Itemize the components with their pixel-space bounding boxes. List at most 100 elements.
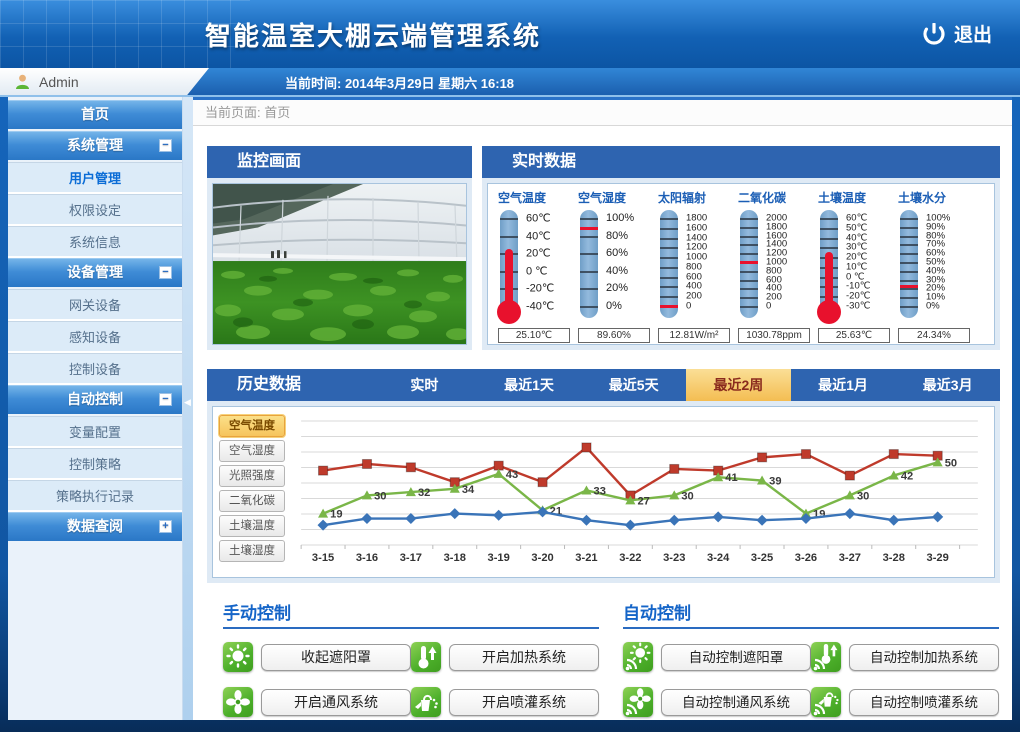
sidebar-item-设备管理[interactable]: 设备管理 − bbox=[8, 258, 182, 287]
gauge-value: 12.81W/m² bbox=[658, 328, 730, 343]
collapse-icon[interactable]: − bbox=[159, 266, 172, 279]
fan-wifi-icon[interactable] bbox=[623, 687, 653, 717]
tab-最近2周[interactable]: 最近2周 bbox=[686, 369, 791, 401]
control-button-自动控制遮阳罩[interactable]: 自动控制遮阳罩 bbox=[661, 643, 811, 671]
gauge-tick-label: 60℃ bbox=[526, 212, 551, 225]
gauge-tick bbox=[740, 244, 758, 247]
gauge-二氧化碳: 二氧化碳 2000 1800 1600 1400 1200 1000 800 600 400 200… bbox=[738, 189, 818, 344]
collapse-icon[interactable]: − bbox=[159, 139, 172, 152]
metric-button-土壤湿度[interactable]: 土壤湿度 bbox=[219, 540, 285, 562]
tab-实时[interactable]: 实时 bbox=[372, 369, 477, 401]
gauge-marker bbox=[900, 284, 918, 288]
gauge-tick bbox=[740, 226, 758, 229]
gauge-太阳辐射: 太阳辐射 1800 1600 1400 1200 1000 800 600 400 200 0 12.… bbox=[658, 189, 738, 344]
gauge-tick bbox=[580, 235, 598, 238]
sidebar-item-系统信息[interactable]: 系统信息 bbox=[8, 226, 182, 258]
control-button-开启加热系统[interactable]: 开启加热系统 bbox=[449, 643, 599, 671]
sprinkler-icon[interactable] bbox=[411, 687, 441, 717]
control-button-开启通风系统[interactable]: 开启通风系统 bbox=[261, 688, 411, 716]
sidebar-item-权限设定[interactable]: 权限设定 bbox=[8, 194, 182, 226]
sidebar-item-网关设备[interactable]: 网关设备 bbox=[8, 289, 182, 321]
collapse-icon[interactable]: − bbox=[159, 393, 172, 406]
control-item: 开启通风系统 bbox=[223, 687, 411, 717]
gauge-tube bbox=[740, 210, 758, 318]
control-button-自动控制喷灌系统[interactable]: 自动控制喷灌系统 bbox=[849, 688, 999, 716]
main-area: 首页 系统管理 − 用户管理 权限设定 系统信息 设备管理 − 网关设备 感知设备 控制设备 自动控制… bbox=[8, 97, 1012, 720]
sidebar-item-自动控制[interactable]: 自动控制 − bbox=[8, 385, 182, 414]
gauge-name: 空气湿度 bbox=[578, 191, 627, 205]
svg-text:3-25: 3-25 bbox=[751, 552, 773, 564]
sun-icon[interactable] bbox=[223, 642, 253, 672]
sidebar-item-label: 策略执行记录 bbox=[55, 489, 134, 504]
realtime-panel-body: 空气温度 60℃ 40℃ 20℃ 0 ℃ -20℃ -40℃ 25.10℃ 空气湿度 100% 80… bbox=[482, 178, 1000, 350]
svg-text:34: 34 bbox=[462, 484, 475, 496]
realtime-panel: 实时数据 空气温度 60℃ 40℃ 20℃ 0 ℃ -20℃ -40℃ 25.10℃ 空气湿度 1… bbox=[482, 146, 1000, 350]
tab-最近5天[interactable]: 最近5天 bbox=[581, 369, 686, 401]
sprinkler-wifi-icon[interactable] bbox=[811, 687, 841, 717]
control-item: 自动控制加热系统 bbox=[811, 642, 999, 672]
current-time: 当前时间: 2014年3月29日 星期六 16:18 bbox=[285, 76, 515, 91]
sidebar-item-用户管理[interactable]: 用户管理 bbox=[8, 162, 182, 194]
fan-icon[interactable] bbox=[223, 687, 253, 717]
controls-row: 手动控制 收起遮阳罩 开启加热系统 开启通风系统 开启喷灌系统 自动控制 自动控制遮阳… bbox=[207, 599, 1000, 717]
gauge-value: 89.60% bbox=[578, 328, 650, 343]
tab-最近3月[interactable]: 最近3月 bbox=[895, 369, 1000, 401]
breadcrumb: 当前页面: 首页 bbox=[193, 100, 1012, 126]
history-tabs: 实时 最近1天 最近5天 最近2周 最近1月 最近3月 bbox=[372, 369, 1000, 401]
sidebar-item-变量配置[interactable]: 变量配置 bbox=[8, 416, 182, 448]
admin-username: Admin bbox=[39, 73, 79, 90]
thermometer-icon[interactable] bbox=[411, 642, 441, 672]
metric-button-光照强度[interactable]: 光照强度 bbox=[219, 465, 285, 487]
thermometer-wifi-icon[interactable] bbox=[811, 642, 841, 672]
gauge-土壤水分: 土壤水分 100% 90% 80% 70% 60% 50% 40% 30% 20% 10% 0% 24.… bbox=[898, 189, 978, 344]
sidebar-item-感知设备[interactable]: 感知设备 bbox=[8, 321, 182, 353]
control-button-自动控制加热系统[interactable]: 自动控制加热系统 bbox=[849, 643, 999, 671]
gauge-tube bbox=[660, 210, 678, 318]
gauge-tick-label: -40℃ bbox=[526, 300, 555, 313]
gauge-value: 1030.78ppm bbox=[738, 328, 810, 343]
tab-最近1月[interactable]: 最近1月 bbox=[791, 369, 896, 401]
avatar bbox=[16, 74, 29, 89]
tab-最近1天[interactable]: 最近1天 bbox=[477, 369, 582, 401]
metric-button-土壤温度[interactable]: 土壤温度 bbox=[219, 515, 285, 537]
svg-text:33: 33 bbox=[594, 485, 606, 497]
gauge-tick bbox=[900, 253, 918, 256]
svg-text:3-27: 3-27 bbox=[839, 552, 861, 564]
metric-button-二氧化碳[interactable]: 二氧化碳 bbox=[219, 490, 285, 512]
control-item: 自动控制通风系统 bbox=[623, 687, 811, 717]
content: 当前页面: 首页 监控画面 实时数据 空气温度 60℃ 40℃ 20℃ 0 ℃ … bbox=[193, 97, 1012, 720]
gauge-tick bbox=[900, 244, 918, 247]
gauge-tick bbox=[740, 288, 758, 291]
gauge-tick bbox=[660, 227, 678, 230]
gauge-tick-label: 40℃ bbox=[526, 230, 551, 243]
sidebar-item-数据查阅[interactable]: 数据查阅 + bbox=[8, 512, 182, 541]
svg-text:42: 42 bbox=[901, 471, 913, 483]
gauge-tick bbox=[740, 218, 758, 220]
panels: 监控画面 实时数据 空气温度 60℃ 40℃ 20℃ 0 ℃ -20℃ -40℃… bbox=[193, 126, 1012, 717]
sidebar-item-策略执行记录[interactable]: 策略执行记录 bbox=[8, 480, 182, 512]
control-item: 自动控制遮阳罩 bbox=[623, 642, 811, 672]
monitor-panel: 监控画面 bbox=[207, 146, 472, 350]
control-button-收起遮阳罩[interactable]: 收起遮阳罩 bbox=[261, 643, 411, 671]
sidebar-item-首页[interactable]: 首页 bbox=[8, 100, 182, 129]
gauge-tick bbox=[580, 288, 598, 291]
metric-button-空气温度[interactable]: 空气温度 bbox=[219, 415, 285, 437]
control-button-自动控制通风系统[interactable]: 自动控制通风系统 bbox=[661, 688, 811, 716]
sidebar-item-控制策略[interactable]: 控制策略 bbox=[8, 448, 182, 480]
control-item: 自动控制喷灌系统 bbox=[811, 687, 999, 717]
gauge-value: 25.10℃ bbox=[498, 328, 570, 343]
svg-text:3-26: 3-26 bbox=[795, 552, 817, 564]
control-button-开启喷灌系统[interactable]: 开启喷灌系统 bbox=[449, 688, 599, 716]
svg-text:3-18: 3-18 bbox=[444, 552, 466, 564]
sidebar-collapse-handle[interactable]: ◀ bbox=[184, 397, 191, 408]
sidebar-item-控制设备[interactable]: 控制设备 bbox=[8, 353, 182, 385]
sidebar-item-系统管理[interactable]: 系统管理 − bbox=[8, 131, 182, 160]
expand-icon[interactable]: + bbox=[159, 520, 172, 533]
gauge-tick-label: 80% bbox=[606, 229, 629, 242]
gauge-tick bbox=[660, 247, 678, 250]
gauge-tick bbox=[580, 218, 598, 220]
metric-button-空气湿度[interactable]: 空气湿度 bbox=[219, 440, 285, 462]
logout-button[interactable]: 退出 bbox=[923, 20, 992, 47]
sun-wifi-icon[interactable] bbox=[623, 642, 653, 672]
svg-text:41: 41 bbox=[725, 472, 737, 484]
